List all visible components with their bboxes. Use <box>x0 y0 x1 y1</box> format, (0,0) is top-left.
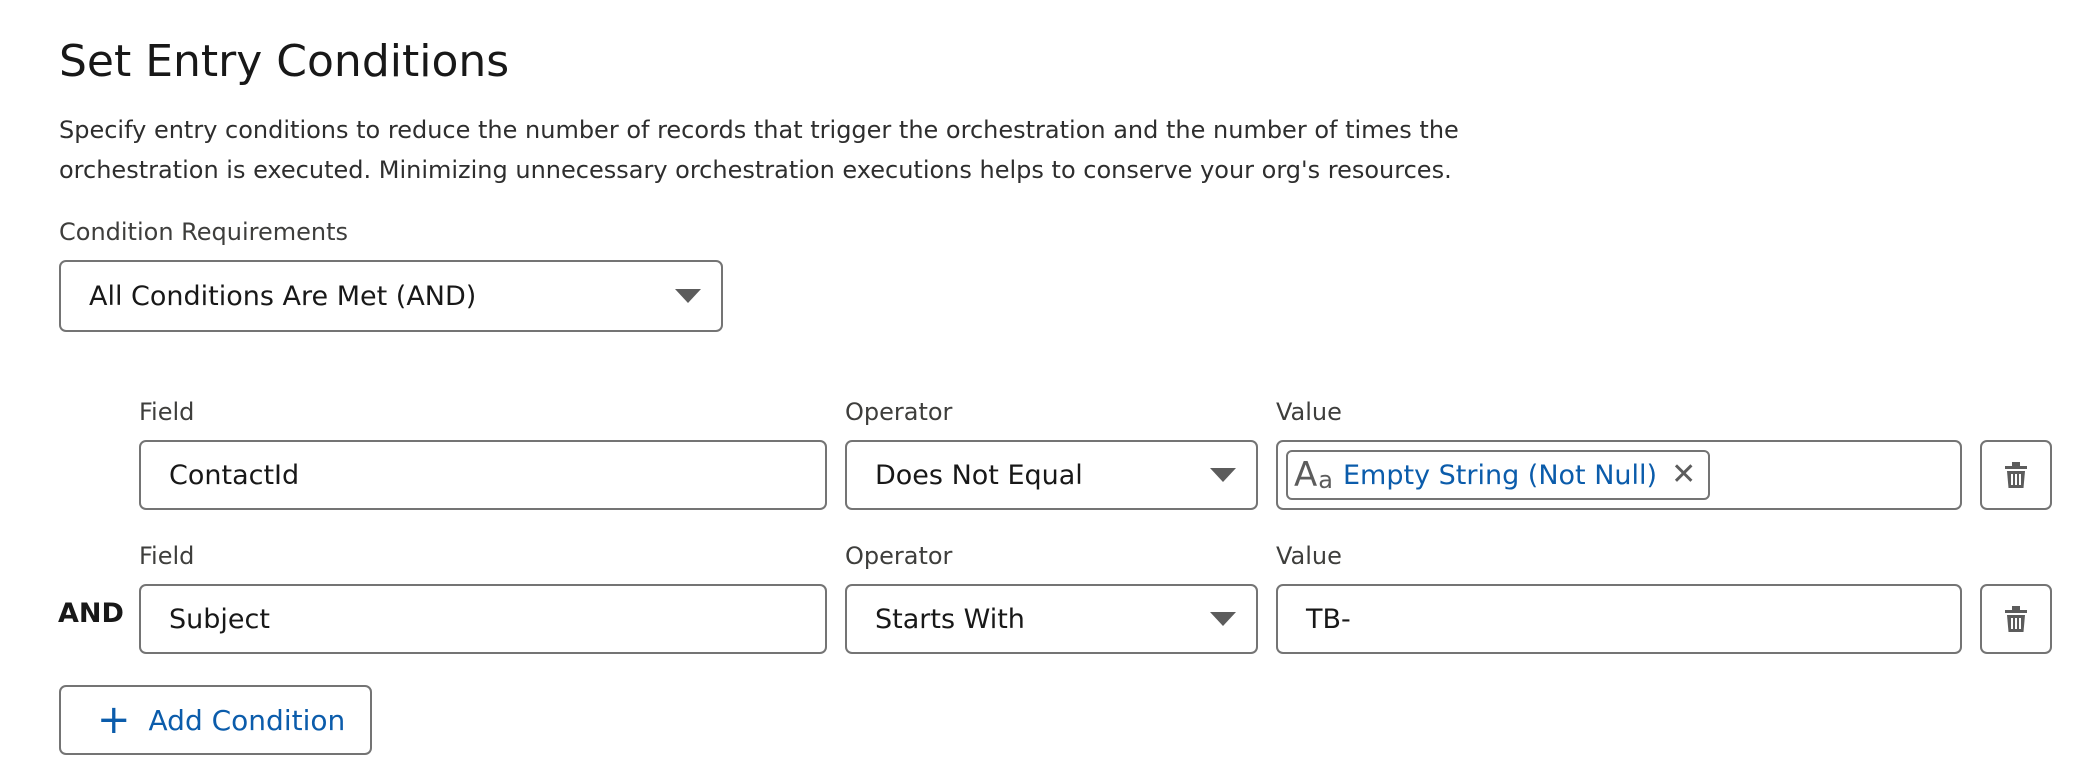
value-input-1[interactable]: Aa Empty String (Not Null) ✕ <box>1276 440 1962 510</box>
operator-select-value-2: Starts With <box>875 603 1025 635</box>
operator-label-1: Operator <box>845 398 953 426</box>
chevron-down-icon <box>1210 468 1236 482</box>
operator-select-2[interactable]: Starts With <box>845 584 1258 654</box>
delete-condition-button-1[interactable] <box>1980 440 2052 510</box>
field-input-1[interactable]: ContactId <box>139 440 827 510</box>
logic-operator-label: AND <box>58 598 124 629</box>
value-label-2: Value <box>1276 542 1342 570</box>
field-label-1: Field <box>139 398 195 426</box>
delete-condition-button-2[interactable] <box>1980 584 2052 654</box>
entry-conditions-panel: Set Entry Conditions Specify entry condi… <box>0 0 2094 776</box>
add-condition-label: Add Condition <box>148 703 346 737</box>
text-type-icon: Aa <box>1294 455 1333 495</box>
operator-select-value-1: Does Not Equal <box>875 459 1083 491</box>
operator-select-1[interactable]: Does Not Equal <box>845 440 1258 510</box>
chevron-down-icon <box>675 289 701 303</box>
page-title: Set Entry Conditions <box>59 36 510 87</box>
condition-requirements-value: All Conditions Are Met (AND) <box>89 280 477 312</box>
condition-requirements-select[interactable]: All Conditions Are Met (AND) <box>59 260 723 332</box>
value-input-text-2: TB- <box>1306 603 1351 635</box>
value-pill-label: Empty String (Not Null) <box>1342 459 1658 491</box>
section-description: Specify entry conditions to reduce the n… <box>59 116 1459 184</box>
operator-label-2: Operator <box>845 542 953 570</box>
field-input-2[interactable]: Subject <box>139 584 827 654</box>
value-pill[interactable]: Aa Empty String (Not Null) ✕ <box>1286 450 1711 500</box>
plus-icon: + <box>97 697 131 743</box>
value-input-2[interactable]: TB- <box>1276 584 1962 654</box>
add-condition-button[interactable]: + Add Condition <box>59 685 372 755</box>
field-input-value-2: Subject <box>169 603 270 635</box>
value-label-1: Value <box>1276 398 1342 426</box>
close-icon[interactable]: ✕ <box>1671 460 1696 490</box>
condition-requirements-label: Condition Requirements <box>59 218 349 246</box>
field-label-2: Field <box>139 542 195 570</box>
chevron-down-icon <box>1210 612 1236 626</box>
trash-icon <box>2005 606 2027 632</box>
field-input-value-1: ContactId <box>169 459 300 491</box>
trash-icon <box>2005 462 2027 488</box>
